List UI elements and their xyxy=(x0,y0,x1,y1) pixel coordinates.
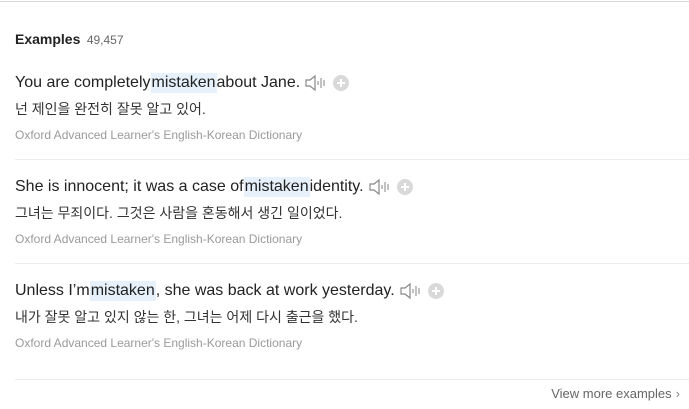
example-korean-translation: 그녀는 무죄이다. 그것은 사람을 혼동해서 생긴 일이었다. xyxy=(15,205,343,221)
highlighted-word: mistaken xyxy=(89,281,156,301)
example-text: She is innocent; it was a case of xyxy=(15,178,244,195)
examples-header: Examples 49,457 xyxy=(15,31,124,49)
example-english-sentence: Unless I’m mistaken, she was back at wor… xyxy=(15,281,689,301)
example-english-sentence: You are completely mistaken about Jane. xyxy=(15,73,689,93)
view-more-examples-link[interactable]: View more examples › xyxy=(551,386,680,401)
example-item: Unless I’m mistaken, she was back at wor… xyxy=(15,281,689,350)
bottom-divider xyxy=(15,379,689,380)
chevron-right-icon: › xyxy=(675,386,680,401)
top-divider xyxy=(0,1,689,2)
example-divider xyxy=(15,263,689,264)
example-text: You are completely xyxy=(15,74,151,91)
highlighted-word: mistaken xyxy=(243,177,310,197)
add-to-wordbook-icon[interactable] xyxy=(333,75,350,91)
example-korean-translation: 내가 잘못 알고 있지 않는 한, 그녀는 어제 다시 출근을 했다. xyxy=(15,309,358,325)
speaker-icon[interactable] xyxy=(368,178,391,196)
example-text: , she was back at work yesterday. xyxy=(155,282,395,299)
examples-count: 49,457 xyxy=(86,33,124,47)
example-korean-translation: 넌 제인을 완전히 잘못 알고 있어. xyxy=(15,101,206,117)
speaker-icon[interactable] xyxy=(305,74,327,92)
example-item: She is innocent; it was a case of mistak… xyxy=(15,177,689,246)
example-source: Oxford Advanced Learner's English-Korean… xyxy=(15,336,303,350)
examples-title: Examples xyxy=(15,31,81,47)
example-item: You are completely mistaken about Jane. … xyxy=(15,73,689,142)
speaker-icon[interactable] xyxy=(400,282,422,300)
example-english-sentence: She is innocent; it was a case of mistak… xyxy=(15,177,689,197)
example-divider xyxy=(15,159,689,160)
example-text: identity. xyxy=(309,178,364,195)
add-to-wordbook-icon[interactable] xyxy=(427,283,444,299)
highlighted-word: mistaken xyxy=(150,73,217,93)
example-source: Oxford Advanced Learner's English-Korean… xyxy=(15,232,303,246)
example-text: about Jane. xyxy=(216,74,301,91)
example-text: Unless I’m xyxy=(15,282,90,299)
add-to-wordbook-icon[interactable] xyxy=(396,179,413,195)
view-more-label: View more examples xyxy=(551,386,672,401)
example-source: Oxford Advanced Learner's English-Korean… xyxy=(15,128,303,142)
